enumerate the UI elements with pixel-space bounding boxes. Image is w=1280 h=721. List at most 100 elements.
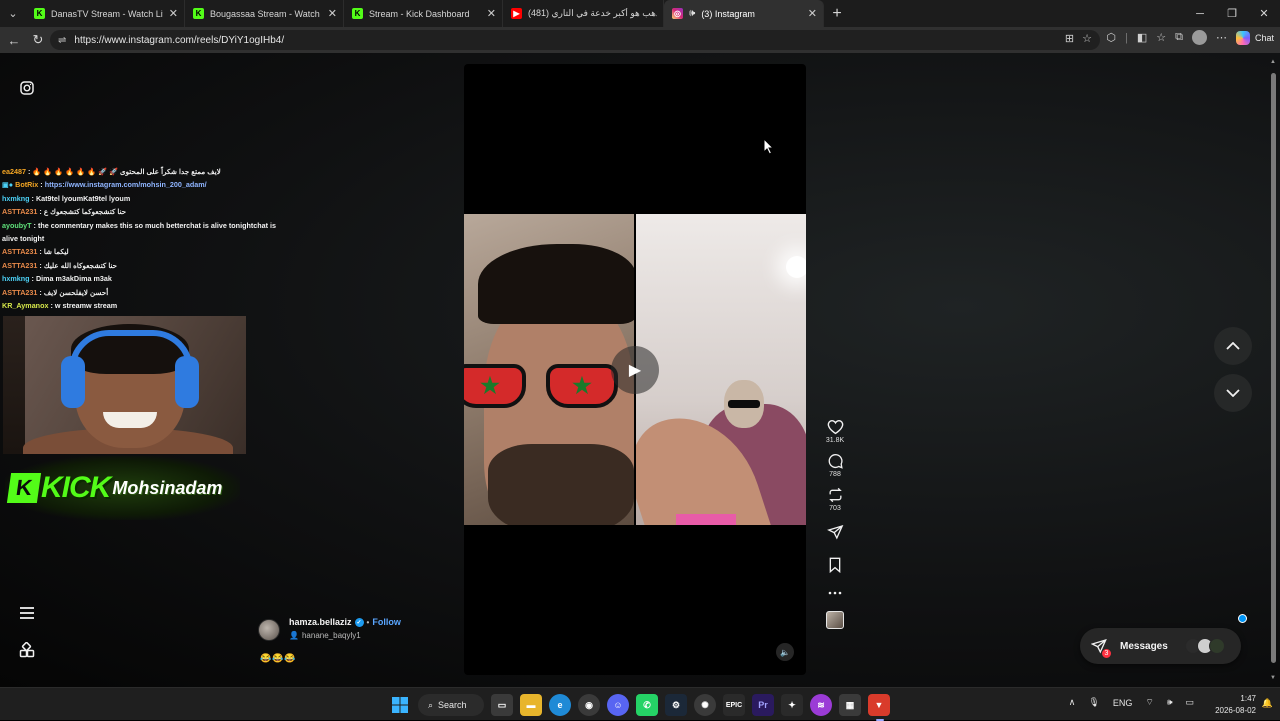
clock[interactable]: 1:47 2026-08-02 [1215,693,1256,717]
browser-tab[interactable]: K DanasTV Stream - Watch Live on K ✕ [26,0,185,27]
copilot-chat-button[interactable]: Chat [1235,30,1274,45]
microphone-icon[interactable]: 🎙 [1088,697,1099,708]
like-count: 31.8K [825,437,845,444]
battery-icon[interactable]: ▭ [1185,697,1194,708]
chat-link[interactable]: https://www.instagram.com/mohsin_200_ada… [45,180,207,189]
notifications-icon[interactable]: 🔔 [1262,698,1273,709]
more-menu-icon[interactable]: ⋯ [1216,31,1227,44]
play-icon[interactable]: ▶ [611,346,659,394]
wifi-icon[interactable]: ⌔ [1145,697,1153,708]
maximize-icon[interactable]: ❐ [1216,0,1248,27]
scroll-down-icon[interactable]: ▼ [1270,675,1276,681]
instagram-logo-icon[interactable] [17,78,37,98]
app-available-icon[interactable]: ⊞ [1065,32,1074,45]
whatsapp-icon[interactable]: ✆ [636,694,658,716]
file-explorer-icon[interactable]: ▬ [520,694,542,716]
previous-reel-button[interactable] [1214,327,1252,365]
premiere-pro-icon[interactable]: Pr [752,694,774,716]
toolbar-right-icons: ⬡ | ◧ ☆ ⧉ ⋯ Chat [1106,30,1274,45]
chrome-icon[interactable]: ◉ [578,694,600,716]
divider: | [1124,31,1128,44]
author-line: hamza.bellaziz ✓ • Follow [289,617,401,627]
volume-icon[interactable]: 🕪 [1167,697,1173,708]
close-tab-icon[interactable]: ✕ [169,7,178,20]
tab-actions-menu-icon[interactable]: ⌄ [0,0,26,27]
chat-text: حنا كتشجعوكما كتشجعوك ع [43,207,127,217]
close-window-icon[interactable]: ✕ [1248,0,1280,27]
like-button[interactable]: 31.8K [822,419,848,444]
browser-tab[interactable]: ▶ (481) الذهب هو أكبر خدعة في التاري [503,0,664,27]
url-text: https://www.instagram.com/reels/DYiY1ogI… [74,34,285,46]
author-avatar[interactable] [258,619,280,641]
page-scrollbar[interactable]: ▲ ▼ [1269,55,1278,685]
new-tab-icon[interactable]: + [824,5,850,23]
close-tab-icon[interactable]: ✕ [487,7,496,20]
favorites-icon[interactable]: ☆ [1156,31,1166,44]
volume-icon[interactable]: 🔈 [776,643,794,661]
messages-button[interactable]: 3 Messages [1080,628,1241,664]
refresh-icon[interactable]: ↻ [26,27,50,53]
edge-icon[interactable]: e [549,694,571,716]
windows-start-icon[interactable] [389,694,411,716]
repost-button[interactable]: 703 [822,487,848,512]
chat-text: Dima m3akDima m3ak [35,274,112,284]
more-menu-icon[interactable] [17,603,37,623]
scroll-thumb[interactable] [1271,73,1276,663]
reel-actions: 31.8K 788 703 [822,419,848,629]
audio-line[interactable]: 👤 hanane_baqyly1 [289,631,361,640]
discord-icon[interactable]: ☺ [607,694,629,716]
taskbar-search[interactable]: ⌕ Search [418,694,484,716]
chat-username: ASTTA231 [2,260,38,270]
follow-button[interactable]: Follow [372,617,401,627]
chat-message: hxmkng : Dima m3akDima m3ak [2,274,112,284]
tab-title: Bougassaa Stream - Watch Live o [210,8,322,19]
browser-tab[interactable]: K Bougassaa Stream - Watch Live o ✕ [185,0,344,27]
kick-icon: K [34,8,45,19]
address-bar[interactable]: ⇌ https://www.instagram.com/reels/DYiY1o… [50,30,1100,50]
extensions-icon[interactable]: ⬡ [1106,31,1116,44]
spotify-icon[interactable]: ≋ [810,694,832,716]
chat-username: hxmkng [2,274,30,284]
epic-games-icon[interactable]: EPIC [723,694,745,716]
chatgpt-icon[interactable]: ✺ [694,694,716,716]
close-tab-icon[interactable]: ✕ [328,7,337,20]
steam-icon[interactable]: ⚙ [665,694,687,716]
split-screen-icon[interactable]: ◧ [1137,31,1147,44]
chat-username: ASTTA231 [2,287,38,297]
audio-thumbnail[interactable] [822,611,848,629]
chat-message: ea2487 : 🔥 🔥 🔥 🔥 🔥 🔥 🚀 🚀 لايف ممتع جدا ش… [2,167,221,176]
minimize-icon[interactable]: ─ [1184,0,1216,27]
task-view-icon[interactable]: ▭ [491,694,513,716]
browser-tab[interactable]: K Stream - Kick Dashboard ✕ [344,0,503,27]
scroll-up-icon[interactable]: ▲ [1270,59,1276,65]
reel-video-player[interactable]: ★ ★ ▶ 🔈 [464,64,806,675]
window-controls: ─ ❐ ✕ [1184,0,1280,27]
obs-icon[interactable]: ▦ [839,694,861,716]
taskbar-apps: ⌕ Search ▭ ▬ e ◉ ☺ ✆ ⚙ ✺ EPIC Pr ✦ ≋ ▦ ▼ [389,693,890,721]
chat-text: w streamw stream [54,301,118,311]
next-reel-button[interactable] [1214,374,1252,412]
browser-toolbar: ← ↻ ⇌ https://www.instagram.com/reels/DY… [0,27,1280,53]
show-hidden-icons-icon[interactable]: ∧ [1069,697,1076,708]
close-tab-icon[interactable]: ✕ [808,7,817,20]
collections-icon[interactable]: ⧉ [1175,31,1183,44]
also-from-meta-icon[interactable] [17,640,37,660]
browser-tab-active[interactable]: ◎ 🕪 (3) Instagram ✕ [664,0,824,27]
search-label: Search [438,700,467,710]
kick-icon: K [352,8,363,19]
share-button[interactable] [822,524,848,540]
comment-count: 788 [829,471,841,478]
favorite-star-icon[interactable]: ☆ [1082,32,1092,45]
more-options-icon[interactable] [822,591,848,595]
back-icon[interactable]: ← [2,27,26,53]
comment-button[interactable]: 788 [822,453,848,478]
author-username[interactable]: hamza.bellaziz [289,617,352,627]
save-button[interactable] [822,557,848,573]
language-indicator[interactable]: ENG [1113,698,1133,708]
profile-avatar[interactable] [1191,30,1207,45]
app-icon[interactable]: ✦ [781,694,803,716]
speaker-icon[interactable]: 🕪 [689,8,695,19]
site-info-icon[interactable]: ⇌ [58,35,66,46]
chat-username: ayoubyT [2,220,32,230]
brave-browser-icon[interactable]: ▼ [868,694,890,721]
